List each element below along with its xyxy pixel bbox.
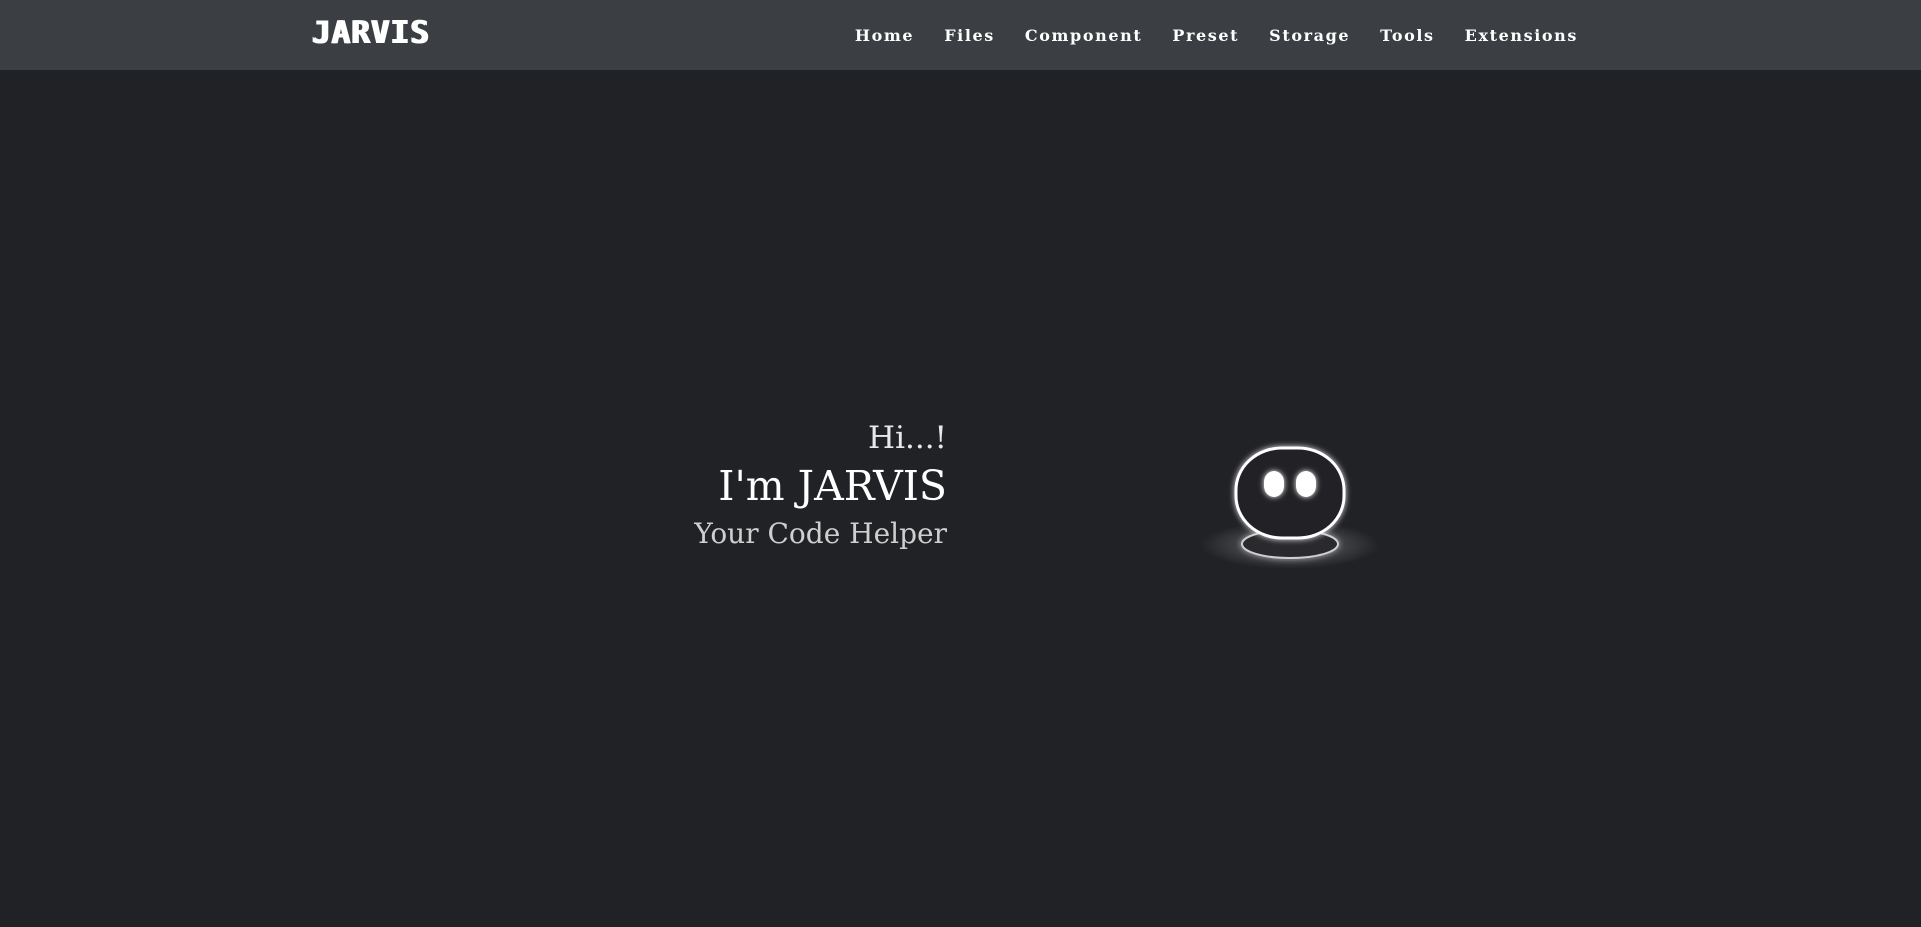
nav-item-preset[interactable]: Preset	[1172, 26, 1239, 45]
robot-ghost-icon	[1200, 446, 1380, 569]
hero-subtitle: Your Code Helper	[694, 517, 947, 550]
top-navbar: JARVIS Home Files Component Preset Stora…	[0, 0, 1921, 70]
nav-item-tools[interactable]: Tools	[1380, 26, 1435, 45]
hero-title: I'm JARVIS	[718, 462, 947, 510]
main-nav: Home Files Component Preset Storage Tool…	[825, 0, 1578, 70]
nav-item-storage[interactable]: Storage	[1269, 26, 1350, 45]
nav-item-files[interactable]: Files	[944, 26, 995, 45]
brand-logo[interactable]: JARVIS	[311, 13, 429, 53]
nav-item-extensions[interactable]: Extensions	[1465, 26, 1578, 45]
nav-item-home[interactable]: Home	[855, 26, 914, 45]
hero-greeting: Hi...!	[868, 420, 947, 456]
hero-text: Hi...! I'm JARVIS Your Code Helper	[694, 418, 947, 554]
nav-item-component[interactable]: Component	[1025, 26, 1142, 45]
